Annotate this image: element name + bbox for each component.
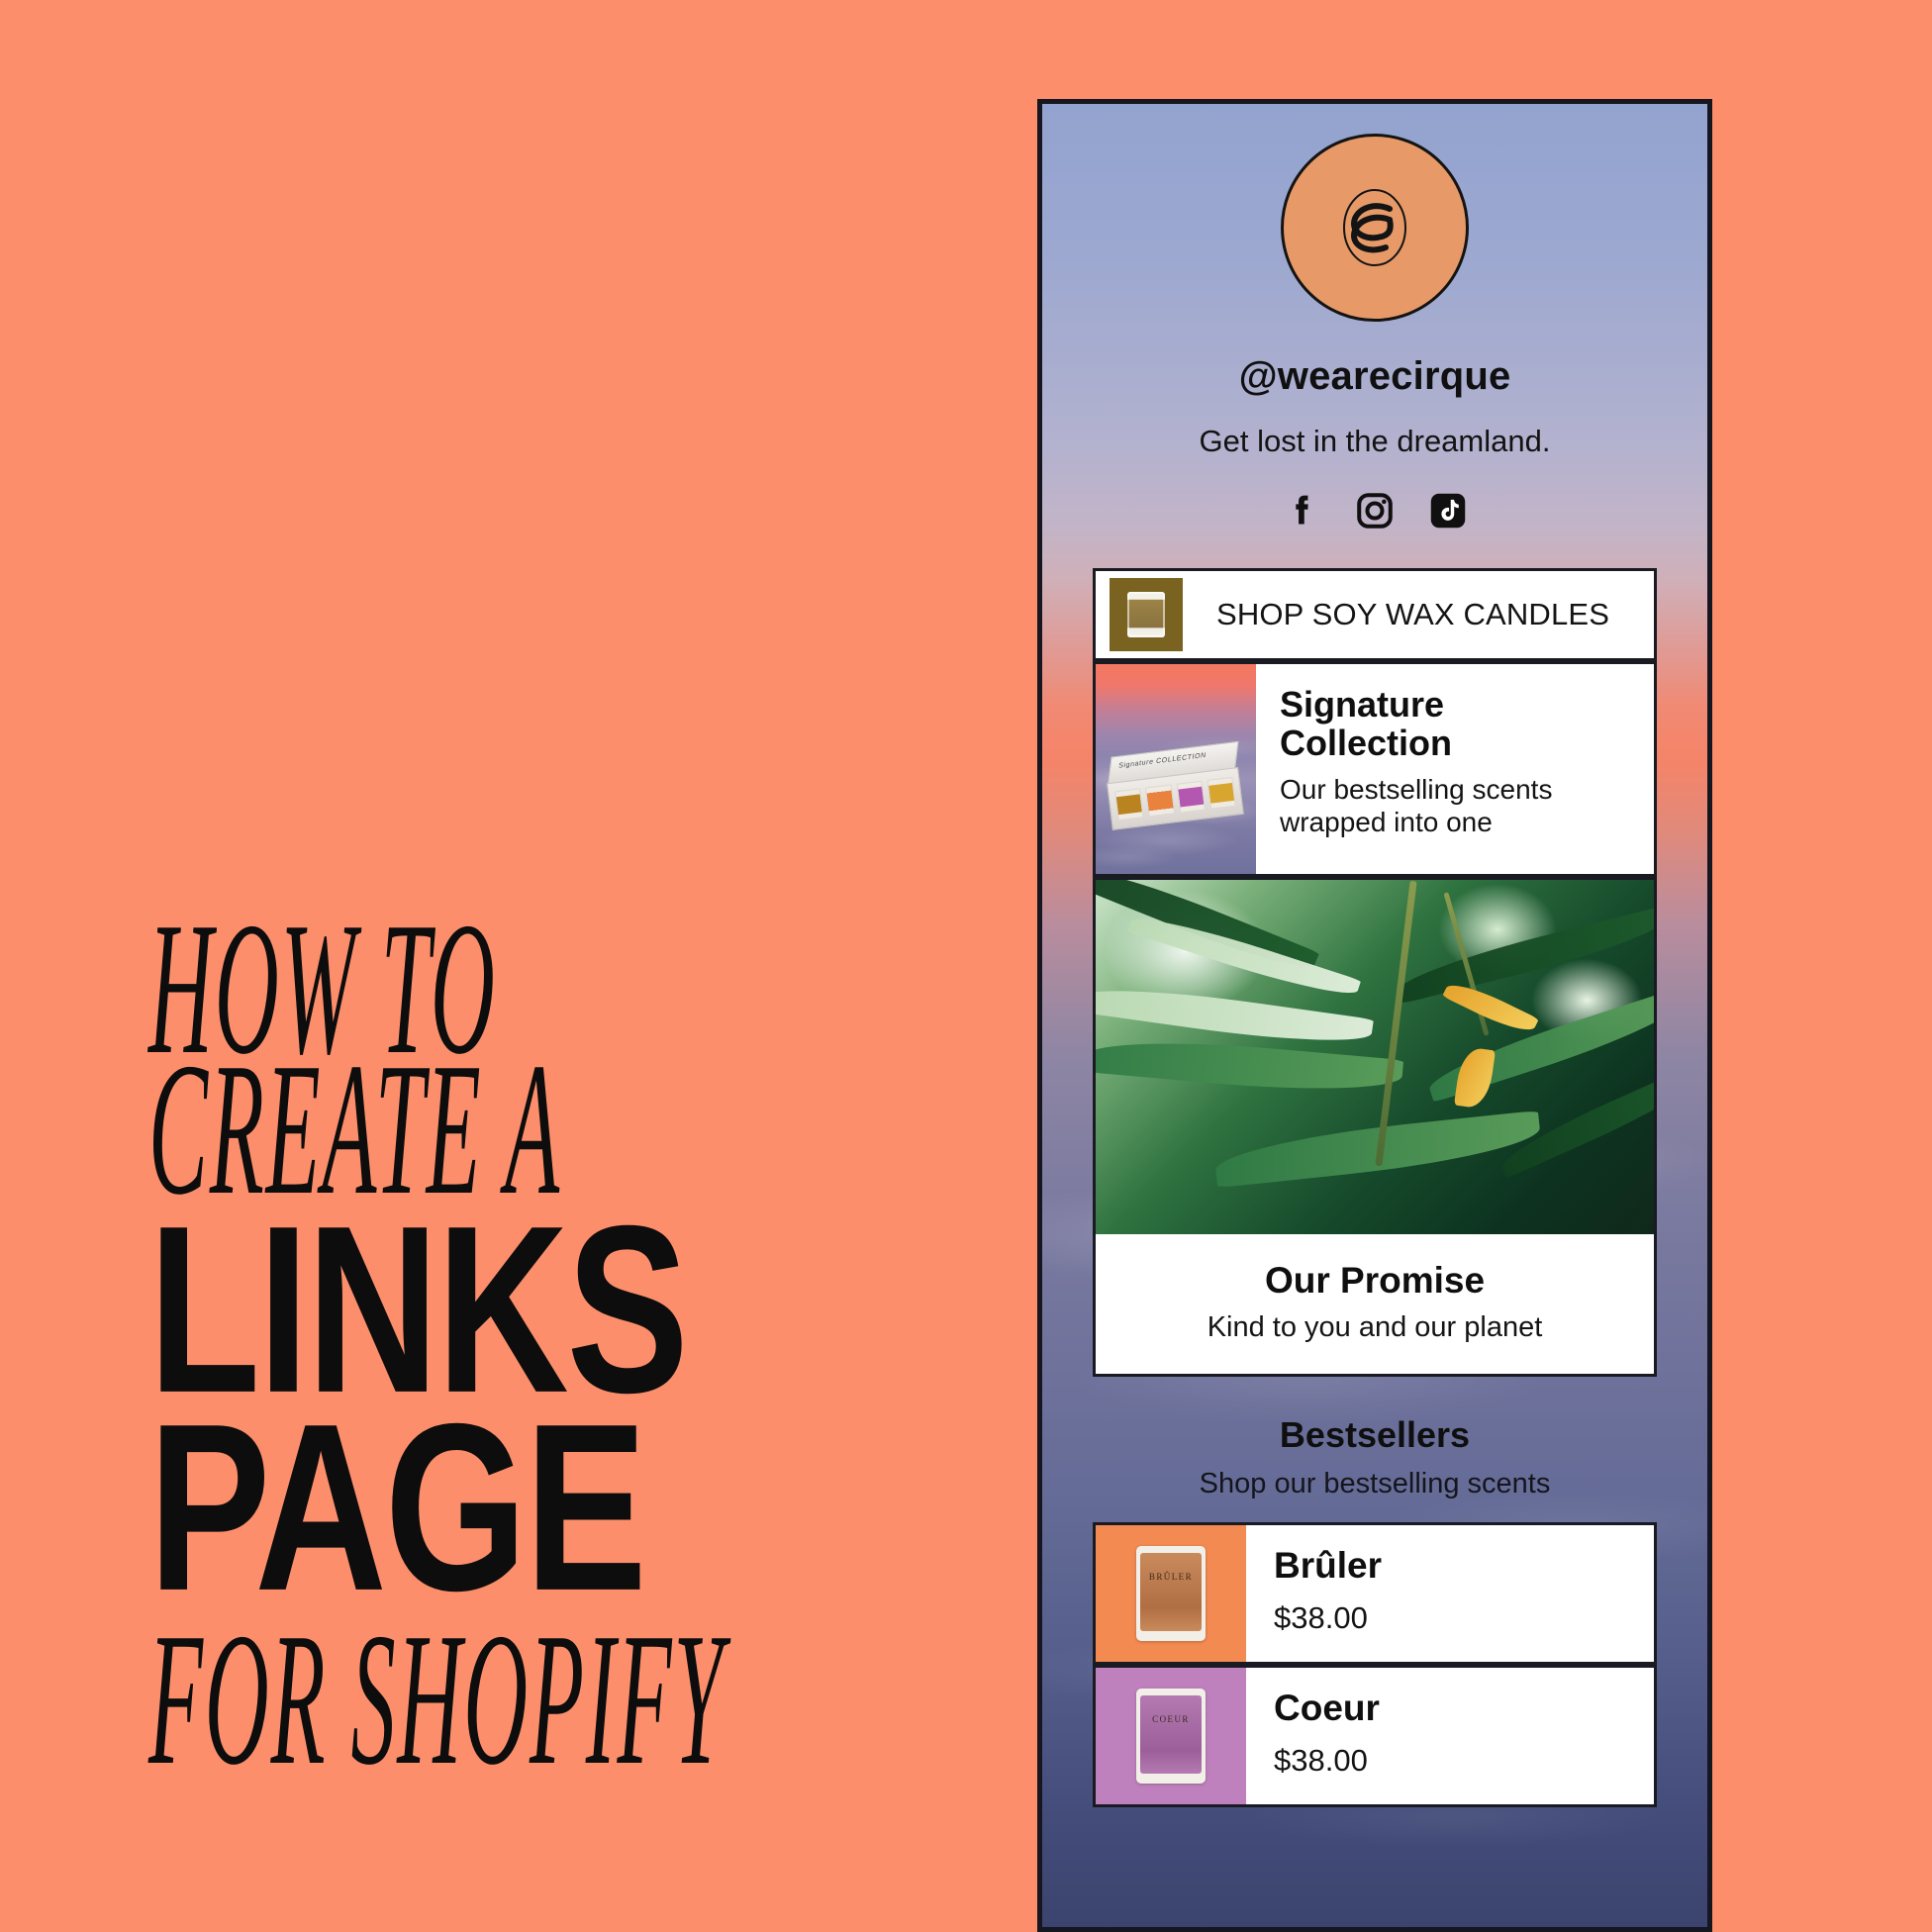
link-card-our-promise[interactable]: Our Promise Kind to you and our planet	[1093, 877, 1657, 1377]
bestsellers-section-header: Bestsellers Shop our bestselling scents	[1200, 1414, 1551, 1500]
social-links	[1280, 489, 1470, 532]
product-price: $38.00	[1274, 1600, 1368, 1635]
bestsellers-subtitle: Shop our bestselling scents	[1199, 1468, 1551, 1499]
product-info: Coeur $38.00	[1246, 1668, 1654, 1804]
product-thumbnail: BRÛLER	[1096, 1525, 1246, 1662]
our-promise-image	[1096, 880, 1654, 1234]
signature-title-line2: Collection	[1280, 722, 1453, 763]
links-page-screen: @wearecirque Get lost in the dreamland. …	[1042, 104, 1707, 1927]
product-row[interactable]: COEUR Coeur $38.00	[1093, 1665, 1657, 1807]
our-promise-subtitle: Kind to you and our planet	[1207, 1311, 1543, 1343]
avatar	[1281, 134, 1469, 322]
mini-candle	[1145, 784, 1175, 818]
mini-candle	[1207, 776, 1236, 810]
instagram-icon[interactable]	[1353, 489, 1397, 532]
our-promise-text: Our Promise Kind to you and our planet	[1096, 1234, 1654, 1374]
signature-collection-image: Signature COLLECTION	[1096, 664, 1256, 874]
product-price: $38.00	[1274, 1743, 1368, 1778]
gift-box-label: Signature COLLECTION	[1117, 751, 1208, 770]
mini-candle	[1114, 788, 1144, 821]
candle-wax	[1140, 1553, 1202, 1631]
signature-title-line1: Signature	[1280, 684, 1445, 724]
headline-line-4: PAGE	[148, 1373, 647, 1641]
candle-jar-image: COEUR	[1136, 1689, 1206, 1784]
phone-mockup: @wearecirque Get lost in the dreamland. …	[1037, 99, 1712, 1932]
candle-jar-thumbnail-icon	[1110, 578, 1183, 651]
product-thumbnail: COEUR	[1096, 1668, 1246, 1804]
profile-tagline: Get lost in the dreamland.	[1199, 424, 1551, 458]
tiktok-icon[interactable]	[1426, 489, 1470, 532]
product-name: Brûler	[1274, 1545, 1382, 1586]
candle-jar-glyph	[1127, 592, 1165, 637]
signature-subtitle-line1: Our bestselling scents	[1280, 773, 1553, 805]
product-row[interactable]: BRÛLER Brûler $38.00	[1093, 1522, 1657, 1665]
bestsellers-title: Bestsellers	[1279, 1414, 1471, 1455]
mini-candle	[1176, 780, 1206, 814]
product-name: Coeur	[1274, 1688, 1380, 1728]
product-jar-label: COEUR	[1152, 1714, 1190, 1724]
product-jar-label: BRÛLER	[1148, 1572, 1194, 1582]
poster-headline: HOW TO CREATE A LINKS PAGE FOR SHOPIFY	[148, 894, 901, 1794]
our-promise-title: Our Promise	[1264, 1260, 1486, 1301]
link-card-signature-collection[interactable]: Signature COLLECTION Signature Collectio…	[1093, 661, 1657, 877]
headline-line-5: FOR SHOPIFY	[148, 1594, 725, 1804]
signature-subtitle-line2: wrapped into one	[1280, 807, 1493, 838]
signature-collection-text: Signature Collection Our bestselling sce…	[1256, 664, 1654, 874]
candle-wax	[1140, 1695, 1202, 1774]
candle-jar-image: BRÛLER	[1136, 1546, 1206, 1641]
link-card-shop-candles[interactable]: SHOP SOY WAX CANDLES	[1093, 568, 1657, 661]
link-card-shop-candles-label: SHOP SOY WAX CANDLES	[1216, 597, 1610, 631]
facebook-icon[interactable]	[1280, 489, 1323, 532]
cirque-monogram-logo-icon	[1343, 189, 1406, 266]
product-info: Brûler $38.00	[1246, 1525, 1654, 1662]
profile-handle: @wearecirque	[1238, 354, 1511, 398]
